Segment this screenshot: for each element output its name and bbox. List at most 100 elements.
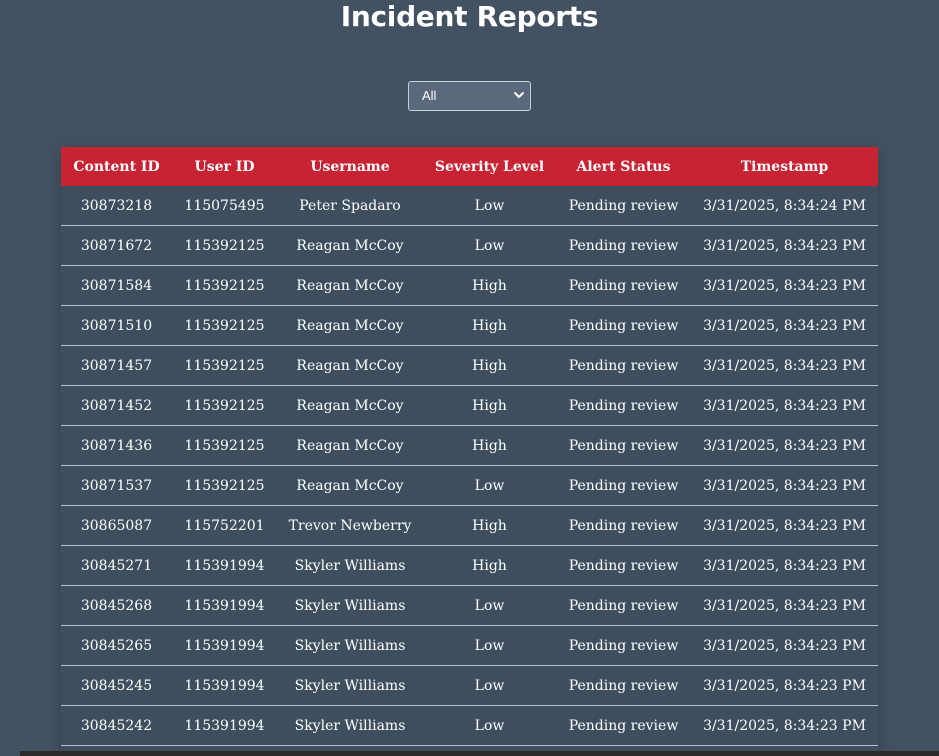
username-cell: Skyler Williams <box>294 677 406 694</box>
page-title: Incident Reports <box>340 0 599 33</box>
horizontal-scrollbar[interactable] <box>20 751 939 756</box>
filter-dropdown[interactable]: All <box>408 81 531 111</box>
severity-level-cell: High <box>472 437 507 454</box>
username-cell: Reagan McCoy <box>296 397 404 414</box>
timestamp-cell: 3/31/2025, 8:34:23 PM <box>703 557 866 574</box>
severity-level-cell: Low <box>474 677 505 694</box>
severity-level-cell: High <box>472 557 507 574</box>
content-id-cell: 30871510 <box>80 317 153 334</box>
column-header-severity-level[interactable]: Severity Level <box>423 147 556 186</box>
table-row[interactable]: 30871457 115392125 Reagan McCoy High Pending… <box>61 346 878 386</box>
severity-level-cell: High <box>472 317 507 334</box>
timestamp-cell: 3/31/2025, 8:34:24 PM <box>703 197 866 214</box>
incident-table-container: Content ID User ID Username Severity Lev… <box>61 147 878 756</box>
content-id-cell: 30845268 <box>80 597 153 614</box>
user-id-cell: 115752201 <box>184 517 265 534</box>
table-row[interactable]: 30871672 115392125 Reagan McCoy Low Pending … <box>61 226 878 266</box>
alert-status-cell: Pending review <box>568 677 679 694</box>
table-row[interactable]: 30865087 115752201 Trevor Newberry High Pend… <box>61 506 878 546</box>
table-row[interactable]: 30871537 115392125 Reagan McCoy Low Pending … <box>61 466 878 506</box>
column-header-user-id[interactable]: User ID <box>172 147 277 186</box>
username-cell: Trevor Newberry <box>288 517 412 534</box>
table-row[interactable]: 30871584 115392125 Reagan McCoy High Pending… <box>61 266 878 306</box>
table-row[interactable]: 30845265 115391994 Skyler Williams Low Pendi… <box>61 626 878 666</box>
column-header-timestamp[interactable]: Timestamp <box>691 147 878 186</box>
alert-status-cell: Pending review <box>568 397 679 414</box>
content-id-cell: 30871457 <box>80 357 153 374</box>
content-id-cell: 30845242 <box>80 717 153 734</box>
severity-level-cell: High <box>472 517 507 534</box>
timestamp-cell: 3/31/2025, 8:34:23 PM <box>703 317 866 334</box>
severity-level-cell: Low <box>474 717 505 734</box>
incident-table: Content ID User ID Username Severity Lev… <box>61 147 878 746</box>
user-id-cell: 115391994 <box>184 597 265 614</box>
user-id-cell: 115392125 <box>184 317 265 334</box>
severity-level-cell: High <box>472 357 507 374</box>
content-id-cell: 30873218 <box>80 197 153 214</box>
alert-status-cell: Pending review <box>568 237 679 254</box>
content-id-cell: 30845245 <box>80 677 153 694</box>
content-id-cell: 30865087 <box>80 517 153 534</box>
content-id-cell: 30871537 <box>80 477 153 494</box>
table-header-row: Content ID User ID Username Severity Lev… <box>61 147 878 186</box>
table-row[interactable]: 30871436 115392125 Reagan McCoy High Pending… <box>61 426 878 466</box>
severity-level-cell: Low <box>474 637 505 654</box>
column-header-alert-status[interactable]: Alert Status <box>556 147 691 186</box>
column-header-content-id[interactable]: Content ID <box>61 147 172 186</box>
username-cell: Skyler Williams <box>294 597 406 614</box>
user-id-cell: 115392125 <box>184 397 265 414</box>
timestamp-cell: 3/31/2025, 8:34:23 PM <box>703 637 866 654</box>
alert-status-cell: Pending review <box>568 477 679 494</box>
severity-level-cell: High <box>472 277 507 294</box>
username-cell: Reagan McCoy <box>296 277 404 294</box>
table-row[interactable]: 30845245 115391994 Skyler Williams Low Pendi… <box>61 666 878 706</box>
content-id-cell: 30871672 <box>80 237 153 254</box>
table-row[interactable]: 30871510 115392125 Reagan McCoy High Pending… <box>61 306 878 346</box>
user-id-cell: 115391994 <box>184 637 265 654</box>
timestamp-cell: 3/31/2025, 8:34:23 PM <box>703 277 866 294</box>
severity-level-cell: High <box>472 397 507 414</box>
content-id-cell: 30871436 <box>80 437 153 454</box>
timestamp-cell: 3/31/2025, 8:34:23 PM <box>703 517 866 534</box>
content-id-cell: 30871584 <box>80 277 153 294</box>
severity-level-cell: Low <box>474 237 505 254</box>
user-id-cell: 115391994 <box>184 557 265 574</box>
username-cell: Reagan McCoy <box>296 437 404 454</box>
timestamp-cell: 3/31/2025, 8:34:23 PM <box>703 397 866 414</box>
username-cell: Reagan McCoy <box>296 477 404 494</box>
user-id-cell: 115392125 <box>184 437 265 454</box>
severity-level-cell: Low <box>474 597 505 614</box>
timestamp-cell: 3/31/2025, 8:34:23 PM <box>703 597 866 614</box>
timestamp-cell: 3/31/2025, 8:34:23 PM <box>703 677 866 694</box>
timestamp-cell: 3/31/2025, 8:34:23 PM <box>703 437 866 454</box>
user-id-cell: 115392125 <box>184 277 265 294</box>
user-id-cell: 115391994 <box>184 677 265 694</box>
alert-status-cell: Pending review <box>568 517 679 534</box>
alert-status-cell: Pending review <box>568 437 679 454</box>
username-cell: Peter Spadaro <box>299 197 401 214</box>
content-id-cell: 30845265 <box>80 637 153 654</box>
user-id-cell: 115392125 <box>184 357 265 374</box>
alert-status-cell: Pending review <box>568 357 679 374</box>
table-row[interactable]: 30845242 115391994 Skyler Williams Low Pendi… <box>61 706 878 746</box>
table-row[interactable]: 30873218 115075495 Peter Spadaro Low Pending… <box>61 186 878 226</box>
username-cell: Skyler Williams <box>294 557 406 574</box>
alert-status-cell: Pending review <box>568 197 679 214</box>
timestamp-cell: 3/31/2025, 8:34:23 PM <box>703 237 866 254</box>
username-cell: Reagan McCoy <box>296 357 404 374</box>
user-id-cell: 115392125 <box>184 477 265 494</box>
alert-status-cell: Pending review <box>568 277 679 294</box>
table-row[interactable]: 30871452 115392125 Reagan McCoy High Pending… <box>61 386 878 426</box>
timestamp-cell: 3/31/2025, 8:34:23 PM <box>703 477 866 494</box>
user-id-cell: 115391994 <box>184 717 265 734</box>
timestamp-cell: 3/31/2025, 8:34:23 PM <box>703 717 866 734</box>
alert-status-cell: Pending review <box>568 717 679 734</box>
column-header-username[interactable]: Username <box>277 147 423 186</box>
chevron-down-icon <box>514 92 524 98</box>
username-cell: Skyler Williams <box>294 717 406 734</box>
alert-status-cell: Pending review <box>568 557 679 574</box>
table-row[interactable]: 30845268 115391994 Skyler Williams Low Pendi… <box>61 586 878 626</box>
username-cell: Reagan McCoy <box>296 317 404 334</box>
content-id-cell: 30845271 <box>80 557 153 574</box>
table-row[interactable]: 30845271 115391994 Skyler Williams High Pend… <box>61 546 878 586</box>
